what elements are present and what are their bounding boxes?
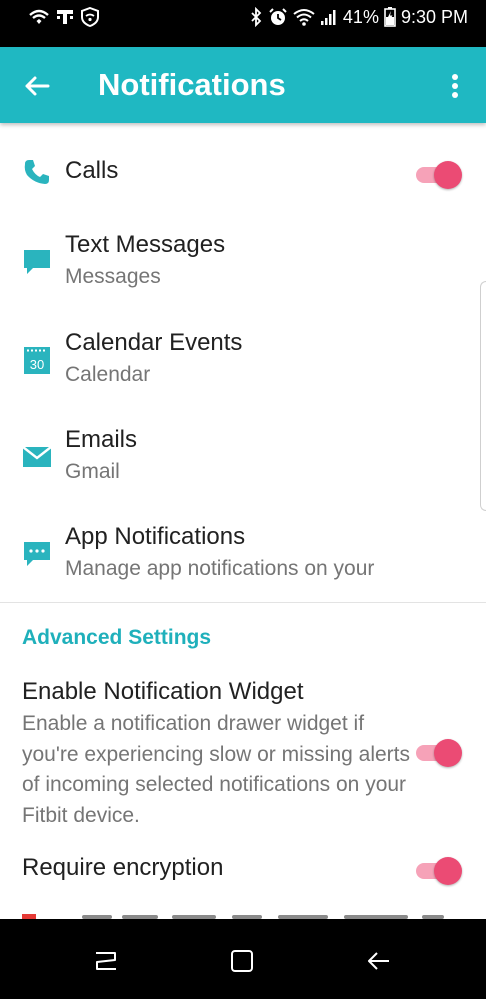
setting-row-require-encryption[interactable]: Require encryption xyxy=(0,847,486,897)
wifi-calling-icon xyxy=(28,8,50,26)
toggle-thumb xyxy=(434,161,462,189)
calls-toggle[interactable] xyxy=(414,161,462,189)
app-chat-icon xyxy=(22,539,54,571)
row-title: App Notifications xyxy=(65,523,246,550)
overflow-menu-button[interactable] xyxy=(440,65,470,107)
notification-row-text-messages[interactable]: Text Messages Messages xyxy=(0,223,486,303)
envelope-icon xyxy=(22,442,54,474)
navigation-bar xyxy=(0,919,486,999)
status-bar: 41% 9:30 PM xyxy=(0,0,486,47)
status-left-icons xyxy=(28,6,100,28)
status-right-icons: 41% 9:30 PM xyxy=(249,5,468,29)
page-title: Notifications xyxy=(98,67,286,102)
recent-apps-icon xyxy=(96,952,116,970)
notification-row-app-notifications[interactable]: App Notifications Manage app notificatio… xyxy=(0,515,486,595)
setting-row-notification-widget[interactable]: Enable Notification Widget Enable a noti… xyxy=(0,671,486,836)
encryption-toggle[interactable] xyxy=(414,857,462,885)
battery-percent: 41% xyxy=(342,6,379,27)
row-title: Emails xyxy=(65,426,138,453)
alarm-icon xyxy=(268,7,288,27)
recent-apps-button[interactable] xyxy=(86,943,126,979)
more-vert-icon xyxy=(452,74,458,98)
home-button[interactable] xyxy=(222,943,262,979)
row-subtitle: Calendar xyxy=(65,363,151,386)
battery-icon xyxy=(384,7,396,27)
section-divider xyxy=(0,602,486,603)
back-nav-button[interactable] xyxy=(358,943,398,979)
home-icon xyxy=(231,950,253,972)
clock-time: 9:30 PM xyxy=(400,6,468,27)
message-icon xyxy=(22,247,54,279)
notification-row-emails[interactable]: Emails Gmail xyxy=(0,418,486,498)
edge-panel-handle[interactable] xyxy=(480,281,486,511)
shield-wifi-icon xyxy=(80,7,100,27)
clipped-text-line xyxy=(22,911,452,919)
row-subtitle: Manage app notifications on your xyxy=(65,557,375,580)
arrow-left-icon xyxy=(25,76,50,96)
settings-content: Calls Text Messages Messages 30 Calendar… xyxy=(0,123,486,919)
row-title: Calls xyxy=(65,157,119,184)
back-button[interactable] xyxy=(16,65,58,107)
signal-icon xyxy=(320,8,338,26)
section-header-advanced: Advanced Settings xyxy=(22,626,212,649)
row-title: Calendar Events xyxy=(65,329,243,356)
bluetooth-icon xyxy=(249,7,263,27)
carrier-t-icon xyxy=(56,8,74,26)
app-bar: Notifications xyxy=(0,47,486,123)
notification-widget-toggle[interactable] xyxy=(414,739,462,767)
phone-icon xyxy=(22,157,54,189)
notification-row-calendar-events[interactable]: 30 Calendar Events Calendar xyxy=(0,321,486,401)
toggle-thumb xyxy=(434,857,462,885)
back-nav-icon xyxy=(368,952,389,970)
toggle-thumb xyxy=(434,739,462,767)
wifi-icon xyxy=(293,8,315,26)
row-subtitle: Gmail xyxy=(65,460,120,483)
calendar-icon: 30 xyxy=(22,345,54,377)
setting-title: Require encryption xyxy=(22,854,224,881)
calendar-icon-date: 30 xyxy=(30,357,44,372)
setting-title: Enable Notification Widget xyxy=(22,678,304,705)
setting-description: Enable a notification drawer widget if y… xyxy=(22,712,411,827)
notification-row-calls[interactable]: Calls xyxy=(0,143,486,203)
row-subtitle: Messages xyxy=(65,265,161,288)
row-title: Text Messages xyxy=(65,231,226,258)
